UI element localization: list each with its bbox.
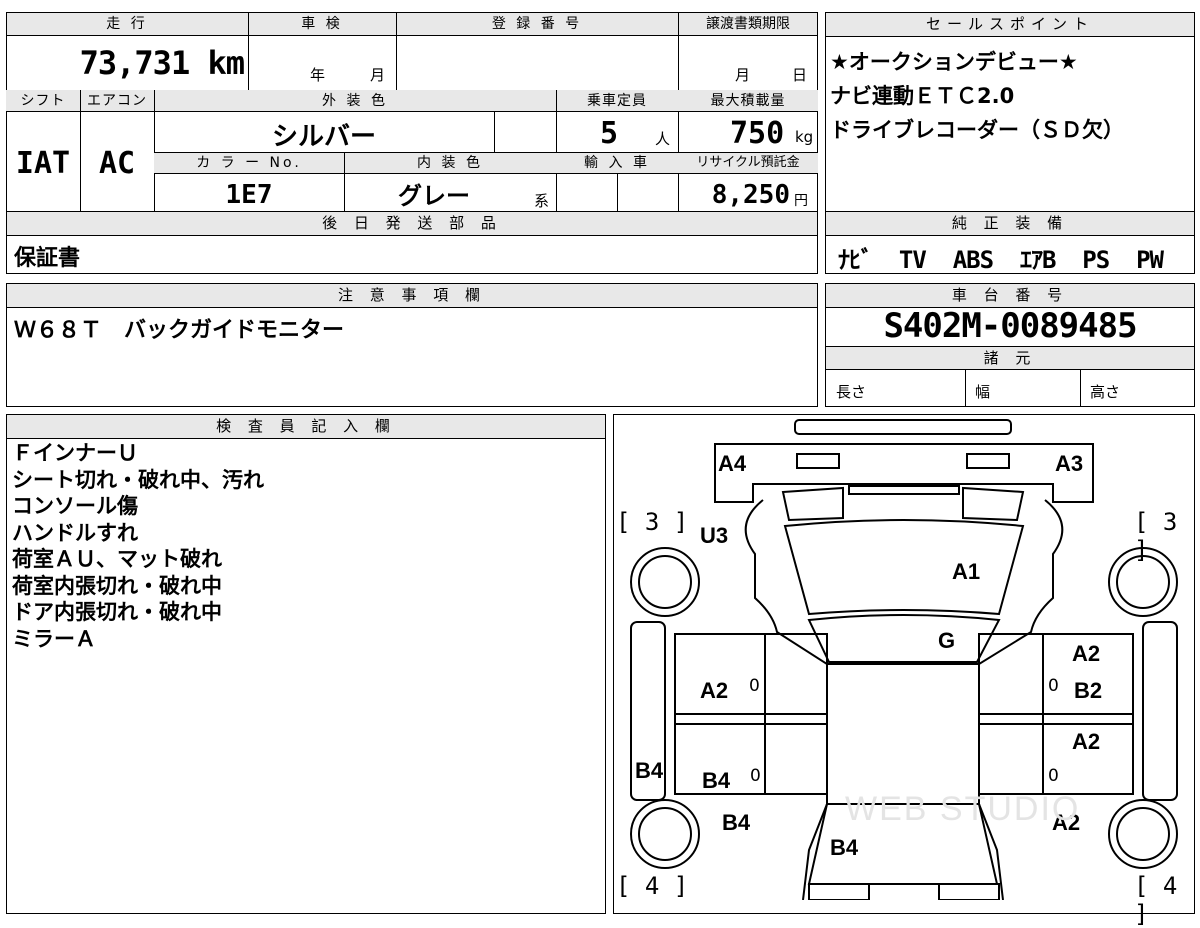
color-no-label: カ ラ ー No. bbox=[196, 155, 302, 171]
inspector-line: 荷室内張切れ・破れ中 bbox=[12, 573, 222, 598]
zero-mark: 0 bbox=[749, 676, 760, 696]
ac-label: エアコン bbox=[87, 93, 147, 109]
inspector-line: ミラーＡ bbox=[12, 626, 96, 651]
sales-points-label: セールスポイント bbox=[826, 13, 1194, 37]
inspection-label: 車 検 bbox=[301, 16, 343, 32]
inspector-line: ドア内張切れ・破れ中 bbox=[12, 600, 222, 624]
recycle-unit: 円 bbox=[794, 193, 808, 209]
mark-right-rear-door-top: A2 bbox=[1072, 729, 1101, 754]
capacity-value: 5 bbox=[600, 116, 619, 151]
notes-value: Ｗ６８Ｔ バックガイドモニター bbox=[14, 318, 345, 343]
later-parts-value: 保証書 bbox=[14, 246, 81, 271]
transfer-day-unit: 日 bbox=[792, 66, 808, 84]
exterior-color-label: 外 装 色 bbox=[322, 93, 388, 109]
max-load-value: 750 bbox=[730, 116, 785, 151]
inspector-line: コンソール傷 bbox=[12, 494, 138, 518]
inspector-notes: ＦインナーＵ シート切れ・破れ中、汚れ コンソール傷 ハンドルすれ 荷室ＡＵ、マ… bbox=[12, 440, 264, 652]
notes-label: 注 意 事 項 欄 bbox=[7, 284, 817, 308]
mark-front-left: A4 bbox=[718, 451, 747, 476]
mark-front-right: A3 bbox=[1055, 451, 1084, 476]
capacity-label: 乗車定員 bbox=[587, 93, 647, 109]
color-no-value: 1E7 bbox=[225, 180, 273, 210]
sales-points-line-2: ナビ連動ＥＴＣ2.0 bbox=[830, 84, 1015, 108]
later-parts-label: 後 日 発 送 部 品 bbox=[7, 212, 817, 236]
inspector-line: 荷室ＡＵ、マット破れ bbox=[12, 547, 222, 571]
recycle-value: 8,250 bbox=[711, 180, 790, 210]
height-label: 高さ bbox=[1090, 383, 1121, 401]
chassis-value: S402M-0089485 bbox=[883, 306, 1137, 346]
mark-right-front-door-top: A2 bbox=[1072, 641, 1101, 666]
mark-left-rear-door: B4 bbox=[702, 768, 731, 793]
watermark: WEB STUDIO bbox=[845, 790, 1081, 828]
specs-label: 諸 元 bbox=[826, 346, 1194, 370]
transfer-month-unit: 月 bbox=[735, 66, 751, 84]
interior-color-label: 内 装 色 bbox=[417, 155, 483, 171]
mark-hood-left: U3 bbox=[700, 523, 729, 548]
transfer-label: 譲渡書類期限 bbox=[706, 16, 790, 32]
inspection-month-unit: 月 bbox=[370, 66, 386, 84]
tire-rear-left: [ 4 ] bbox=[616, 872, 689, 900]
max-load-label: 最大積載量 bbox=[710, 93, 786, 109]
sales-points-line-1: ★オークションデビュー★ bbox=[830, 50, 1078, 74]
zero-mark: 0 bbox=[1048, 676, 1059, 696]
shift-value: IAT bbox=[15, 146, 71, 181]
inspection-year-unit: 年 bbox=[310, 66, 326, 84]
genuine-equipment-value: ﾅﾋﾞ TV ABS ｴｱB PS PW bbox=[838, 246, 1164, 274]
shift-label: シフト bbox=[20, 93, 66, 109]
mark-left-front-door: A2 bbox=[700, 678, 729, 703]
genuine-equipment-label: 純 正 装 備 bbox=[826, 212, 1194, 236]
inspector-line: ＦインナーＵ bbox=[12, 441, 138, 465]
mark-roof: G bbox=[938, 628, 956, 653]
mileage-value: 73,731 km bbox=[79, 44, 245, 82]
ac-value: AC bbox=[98, 146, 136, 181]
inspector-line: ハンドルすれ bbox=[12, 520, 138, 545]
zero-mark: 0 bbox=[1048, 766, 1059, 786]
zero-mark: 0 bbox=[750, 766, 761, 786]
exterior-color-value: シルバー bbox=[271, 122, 376, 152]
max-load-unit: kg bbox=[795, 128, 814, 146]
mark-left-rear-fender: B4 bbox=[722, 810, 751, 835]
registration-label: 登 録 番 号 bbox=[491, 16, 583, 32]
mark-right-front-door: B2 bbox=[1074, 678, 1103, 703]
sales-points-line-3: ドライブレコーダー（ＳＤ欠） bbox=[830, 118, 1124, 142]
tire-rear-right: [ 4 ] bbox=[1134, 872, 1178, 928]
mark-windshield: A1 bbox=[952, 559, 981, 584]
sales-points-box bbox=[825, 12, 1195, 212]
chassis-label: 車 台 番 号 bbox=[826, 284, 1194, 308]
mileage-label: 走 行 bbox=[106, 16, 148, 32]
recycle-label: リサイクル預託金 bbox=[696, 155, 800, 170]
inspector-label: 検 査 員 記 入 欄 bbox=[7, 415, 605, 439]
length-label: 長さ bbox=[836, 383, 867, 401]
tire-front-right: [ 3 ] bbox=[1134, 508, 1178, 564]
import-label: 輸 入 車 bbox=[584, 155, 650, 171]
mark-left-sill: B4 bbox=[635, 758, 664, 783]
inspector-line: シート切れ・破れ中、汚れ bbox=[12, 467, 264, 492]
tire-front-left: [ 3 ] bbox=[616, 508, 689, 536]
interior-color-value: グレー bbox=[398, 182, 470, 210]
interior-suffix: 系 bbox=[534, 192, 550, 210]
capacity-unit: 人 bbox=[655, 130, 671, 148]
mark-rear: B4 bbox=[830, 835, 859, 860]
width-label: 幅 bbox=[975, 383, 991, 401]
